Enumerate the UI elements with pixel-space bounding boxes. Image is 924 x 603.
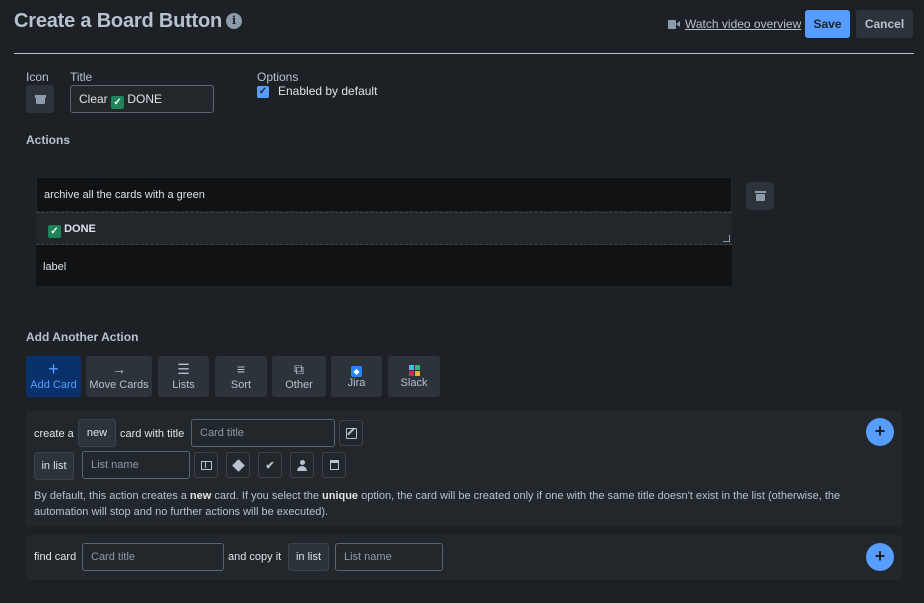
info-icon[interactable]: i [226,13,242,29]
trash-icon [754,191,766,201]
sort-icon: ≡ [236,361,246,377]
check-mark-icon: ✓ [48,225,61,238]
add-action-button[interactable]: + [866,418,894,446]
in-list-select[interactable]: in list [34,452,74,480]
calendar-icon [329,460,339,470]
save-button[interactable]: Save [805,10,850,38]
watch-video-link[interactable]: Watch video overview [668,17,801,31]
find-list-name-input[interactable]: List name [335,543,443,571]
create-a-text: create a [34,428,74,440]
tab-sort[interactable]: ≡ Sort [215,356,267,397]
page-title: Create a Board Button [14,10,223,32]
tab-lists[interactable]: ☰ Lists [158,356,209,397]
actions-heading: Actions [26,133,71,147]
slack-icon [388,361,440,377]
check-mark-icon: ✓ [111,96,125,109]
find-card-title-input[interactable]: Card title [82,543,224,571]
options-label: Options [257,70,299,84]
find-in-list-select[interactable]: in list [288,543,329,571]
title-label: Title [70,70,93,84]
create-card-help-text: By default, this action creates a new ca… [34,488,864,520]
title-value-prefix: Clear [79,92,108,106]
tab-other[interactable]: ⧉ Other [272,356,326,397]
delete-action-button[interactable] [746,182,774,210]
board-icon [200,460,212,470]
header-divider [14,53,914,54]
tab-label: Jira [347,377,366,389]
help-text-bold: new [189,490,212,502]
due-date-option-button[interactable] [322,452,346,478]
edit-icon [345,427,357,439]
add-action-heading: Add Another Action [26,330,139,344]
video-camera-icon [668,19,680,29]
tab-label: Move Cards [89,379,149,391]
arrow-right-icon: → [112,361,126,377]
card-mode-select[interactable]: new [78,419,116,447]
jira-icon: ◆ [331,361,382,377]
find-card-panel: find card Card title and copy it in list… [26,535,902,580]
edit-title-button[interactable] [339,420,363,446]
help-text-part: card. If you select the [211,490,322,502]
list-icon: ☰ [177,361,190,377]
title-value-suffix: DONE [127,92,163,106]
icon-label: Icon [26,70,49,84]
watch-video-label: Watch video overview [685,17,802,31]
board-position-button[interactable] [194,452,218,478]
action-label-chip: ✓ DONE [36,212,732,245]
archive-icon [34,94,46,104]
action-label-name: DONE [64,223,96,235]
tab-jira[interactable]: ◆ Jira [331,356,382,397]
help-text-bold: unique [322,490,359,502]
check-icon: ✔ [265,459,275,472]
plus-icon: + [48,359,59,379]
copy-icon: ⧉ [294,361,304,377]
enabled-label: Enabled by default [278,84,378,98]
person-icon [297,459,307,471]
help-text-part: By default, this action creates a [34,490,190,502]
create-card-panel: create a new card with title Card title … [26,411,902,527]
tab-label: Other [285,379,313,391]
label-option-button[interactable] [226,452,250,478]
tab-add-card[interactable]: + Add Card [26,356,81,397]
card-with-title-text: card with title [120,428,185,440]
tab-label: Lists [172,379,195,391]
title-input[interactable]: Clear ✓ DONE [70,85,214,113]
cancel-button[interactable]: Cancel [856,10,913,38]
list-name-input[interactable]: List name [82,451,190,479]
tab-label: Sort [230,379,252,391]
icon-picker-button[interactable] [26,85,54,113]
add-action-button[interactable]: + [866,543,894,571]
member-option-button[interactable] [290,452,314,478]
and-copy-it-text: and copy it [228,551,282,563]
action-item[interactable]: archive all the cards with a green ✓ DON… [36,177,732,286]
resize-handle-icon[interactable] [723,235,730,242]
tab-move-cards[interactable]: → Move Cards [86,356,152,397]
tab-label: Add Card [30,379,77,391]
card-title-input[interactable]: Card title [191,419,335,447]
action-line-3: label [36,245,732,286]
tab-label: Slack [400,377,428,389]
find-card-text: find card [34,551,77,563]
tag-icon [231,458,245,472]
action-line-1: archive all the cards with a green [36,177,732,212]
checklist-option-button[interactable]: ✔ [258,452,282,478]
enabled-checkbox[interactable]: ✓ [257,86,269,98]
tab-slack[interactable]: Slack [388,356,440,397]
